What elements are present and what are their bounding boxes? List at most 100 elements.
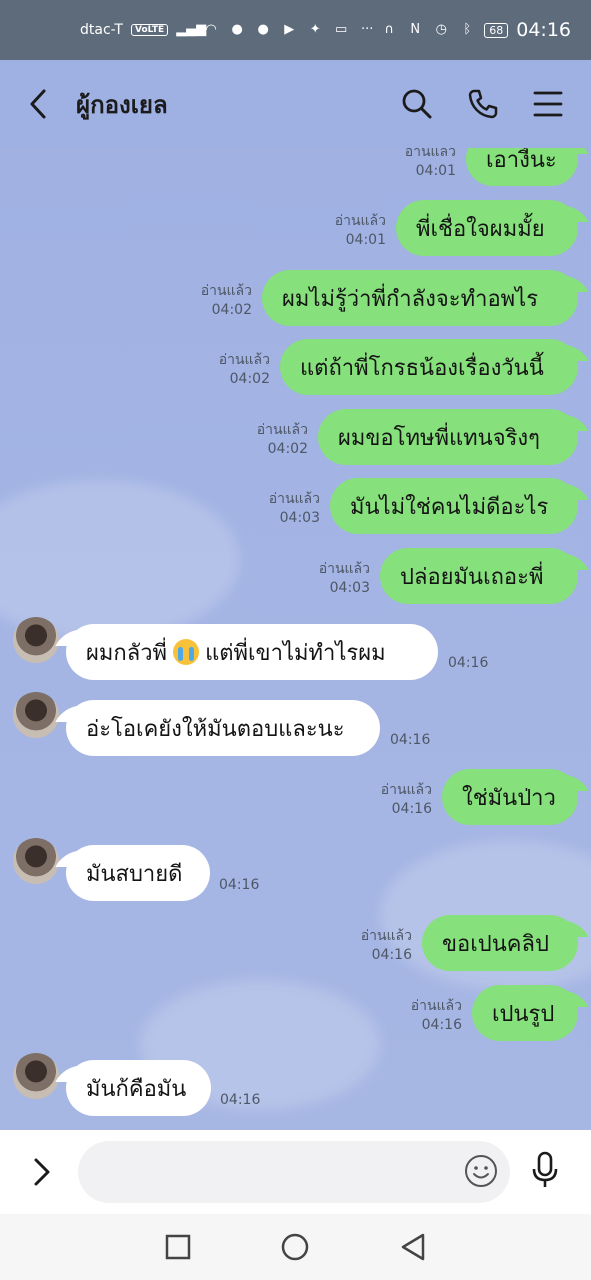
back-button[interactable] <box>28 84 58 124</box>
message-text: แต่ถ้าพี่โกรธน้องเรื่องวันนี้ <box>300 355 544 381</box>
message-text: แต่พี่เขาไม่ทำไรผม <box>205 640 386 666</box>
incoming-message[interactable]: ผมกลัวพี่ แต่พี่เขาไม่ทำไรผม <box>66 624 438 680</box>
incoming-message[interactable]: อ่ะโอเคยังให้มันตอบและนะ <box>66 700 380 756</box>
outgoing-message[interactable]: ผมไม่รู้ว่าพี่กำลังจะทำอพไร <box>262 270 578 326</box>
facebook-icon: ● <box>231 22 243 37</box>
chat-title: ผู้กองเยล <box>76 90 168 119</box>
message-input[interactable] <box>78 1141 510 1203</box>
recent-apps-icon[interactable] <box>164 1233 192 1261</box>
read-status: อ่านแล้ว <box>218 352 270 368</box>
message-meta: อานแลว 04:01 <box>380 143 456 181</box>
outgoing-message[interactable]: ผมขอโทษพี่แทนจริงๆ <box>318 409 578 465</box>
read-status: อ่านแล้ว <box>318 561 370 577</box>
more-icon: ··· <box>360 22 374 37</box>
outgoing-message[interactable]: พี่เชื่อใจผมมั้ย <box>396 200 578 256</box>
home-icon[interactable] <box>280 1232 310 1262</box>
crying-face-icon <box>173 639 200 665</box>
message-time: 04:03 <box>279 510 320 526</box>
back-nav-icon[interactable] <box>399 1232 427 1262</box>
read-status: อ่านแล้ว <box>334 213 386 229</box>
twitter-icon: ✦ <box>309 22 321 37</box>
android-nav-bar <box>0 1214 591 1280</box>
message-text: เปนรูป <box>492 1001 555 1027</box>
message-text: มันสบายดี <box>86 861 183 887</box>
incoming-message[interactable]: มันสบายดี <box>66 845 210 901</box>
mic-button[interactable] <box>530 1151 560 1193</box>
message-text: ใช่มันป่าว <box>462 785 556 811</box>
menu-icon[interactable] <box>533 90 563 118</box>
message-text: อ่ะโอเคยังให้มันตอบและนะ <box>86 716 345 742</box>
wifi-icon: ◠ <box>205 22 217 37</box>
avatar[interactable] <box>13 692 59 738</box>
read-status: อ่านแล้ว <box>268 491 320 507</box>
avatar[interactable] <box>13 617 59 663</box>
message-meta: อ่านแล้ว 04:16 <box>376 997 462 1035</box>
sms-icon: ▭ <box>335 22 348 37</box>
outgoing-message[interactable]: แต่ถ้าพี่โกรธน้องเรื่องวันนี้ <box>280 339 578 395</box>
read-status: อ่านแล้ว <box>410 998 462 1014</box>
read-status: อ่านแล้ว <box>380 782 432 798</box>
message-meta: อ่านแล้ว 04:16 <box>346 781 432 819</box>
phone-icon[interactable] <box>467 88 499 120</box>
back-icon <box>30 89 46 119</box>
message-meta: อ่านแล้ว 04:02 <box>166 282 252 320</box>
message-time: 04:16 <box>391 801 432 817</box>
volte-badge: VoLTE <box>130 24 169 36</box>
avatar[interactable] <box>13 1053 59 1099</box>
message-meta: อ่านแล้ว 04:16 <box>326 927 412 965</box>
read-status: อ่านแล้ว <box>256 422 308 438</box>
message-text: ปล่อยมันเถอะพี่ <box>400 564 544 590</box>
battery-icon: 68 <box>484 22 509 38</box>
message-meta: อ่านแล้ว 04:02 <box>184 351 270 389</box>
read-status: อ่านแล้ว <box>200 283 252 299</box>
search-icon[interactable] <box>401 88 433 120</box>
message-meta: อ่านแล้ว 04:01 <box>300 212 386 250</box>
message-time: 04:01 <box>415 163 456 179</box>
message-time: 04:16 <box>219 877 260 893</box>
nfc-icon: N <box>410 22 421 37</box>
message-text: พี่เชื่อใจผมมั้ย <box>416 216 545 242</box>
chevron-right-icon <box>34 1158 50 1186</box>
line-icon: ● <box>257 22 269 37</box>
read-status: อ่านแล้ว <box>360 928 412 944</box>
message-time: 04:01 <box>345 232 386 248</box>
emoji-icon[interactable] <box>464 1154 498 1188</box>
incoming-message[interactable]: มันก้คือมัน <box>66 1060 211 1116</box>
outgoing-message[interactable]: ใช่มันป่าว <box>442 769 578 825</box>
message-time: 04:02 <box>211 302 252 318</box>
message-text: ผมกลัวพี่ <box>86 640 168 666</box>
message-time: 04:16 <box>421 1017 462 1033</box>
message-time: 04:03 <box>329 580 370 596</box>
expand-button[interactable] <box>20 1156 64 1188</box>
status-bar: dtac-T VoLTE ▂▄▆ ◠ ● ● ▶ ✦ ▭ ··· ∩ N ◷ ᛒ… <box>0 0 591 60</box>
outgoing-message[interactable]: ขอเปนคลิป <box>422 915 578 971</box>
signal-icon: ▂▄▆ <box>176 22 207 37</box>
outgoing-message[interactable]: เปนรูป <box>472 985 578 1041</box>
youtube-icon: ▶ <box>284 22 295 37</box>
outgoing-message[interactable]: มันไม่ใช่คนไม่ดีอะไร <box>330 478 578 534</box>
alarm-icon: ◷ <box>435 22 447 37</box>
message-input-bar <box>0 1130 591 1214</box>
status-time: 04:16 <box>516 19 571 41</box>
message-time: 04:02 <box>229 371 270 387</box>
carrier-label: dtac-T <box>80 22 123 38</box>
message-time: 04:16 <box>448 655 489 671</box>
avatar[interactable] <box>13 838 59 884</box>
message-time: 04:16 <box>371 947 412 963</box>
message-text: ผมไม่รู้ว่าพี่กำลังจะทำอพไร <box>282 286 539 312</box>
chat-header-overlay: ผู้กองเยล <box>0 60 591 148</box>
message-text: มันก้คือมัน <box>86 1076 187 1102</box>
headphones-icon: ∩ <box>384 22 394 37</box>
bluetooth-icon: ᛒ <box>463 22 472 37</box>
message-meta: อ่านแล้ว 04:03 <box>234 490 320 528</box>
message-meta: อ่านแล้ว 04:03 <box>284 560 370 598</box>
microphone-icon <box>532 1151 558 1187</box>
message-meta: อ่านแล้ว 04:02 <box>222 421 308 459</box>
message-text: ผมขอโทษพี่แทนจริงๆ <box>338 425 540 451</box>
message-time: 04:02 <box>267 441 308 457</box>
outgoing-message[interactable]: ปล่อยมันเถอะพี่ <box>380 548 578 604</box>
message-text: มันไม่ใช่คนไม่ดีอะไร <box>350 494 549 520</box>
message-time: 04:16 <box>220 1092 261 1108</box>
message-time: 04:16 <box>390 732 431 748</box>
message-text: ขอเปนคลิป <box>442 931 549 957</box>
